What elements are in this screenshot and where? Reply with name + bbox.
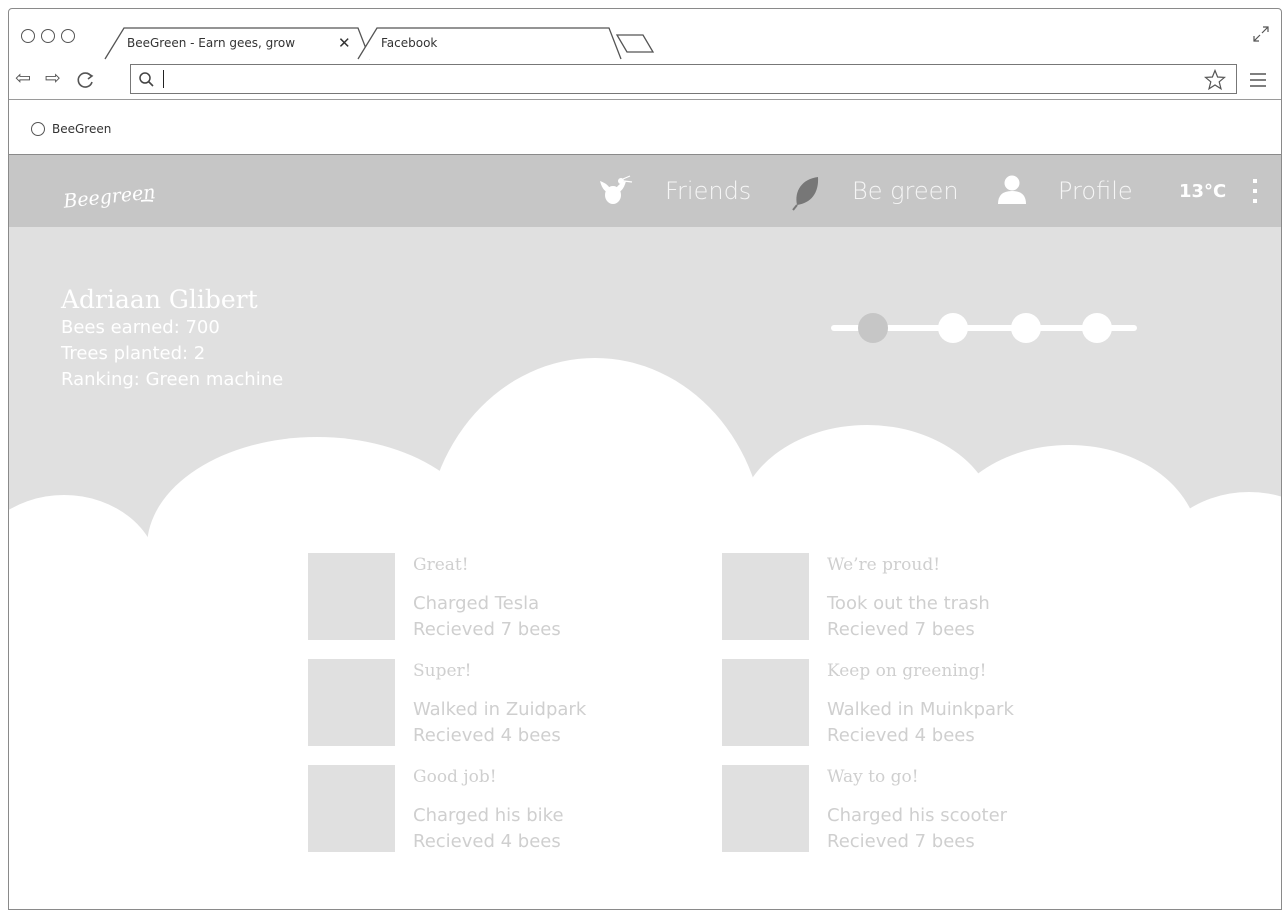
person-icon[interactable]	[995, 175, 1029, 205]
activity-reward: Recieved 7 bees	[827, 619, 975, 640]
app-navbar: Beegreen Friends Be green Profile 13°C	[9, 155, 1281, 227]
bookmark-label: BeeGreen	[52, 122, 112, 136]
activity-card[interactable]: Way to go! Charged his scooter Recieved …	[722, 765, 1142, 855]
tab-bar: BeeGreen - Earn gees, grow ✕ Facebook	[9, 9, 1281, 61]
activity-title: Keep on greening!	[827, 661, 987, 681]
activity-card[interactable]: We’re proud! Took out the trash Recieved…	[722, 553, 1142, 643]
activity-reward: Recieved 4 bees	[413, 725, 561, 746]
temperature-readout: 13°C	[1179, 181, 1227, 202]
activity-reward: Recieved 7 bees	[827, 831, 975, 852]
activity-thumbnail	[308, 553, 395, 640]
activity-reward: Recieved 4 bees	[413, 831, 561, 852]
new-tab-button[interactable]	[617, 35, 653, 52]
activity-action: Charged his bike	[413, 805, 564, 826]
activity-card[interactable]: Good job! Charged his bike Recieved 4 be…	[308, 765, 728, 855]
menu-icon[interactable]	[1249, 72, 1267, 88]
step-dot[interactable]	[938, 313, 968, 343]
bookmarks-bar: BeeGreen	[9, 100, 1281, 156]
activity-thumbnail	[722, 765, 809, 852]
more-options-icon[interactable]	[1253, 179, 1257, 203]
page-content: Beegreen Friends Be green Profile 13°C A…	[9, 155, 1281, 909]
activity-reward: Recieved 4 bees	[827, 725, 975, 746]
activity-title: Way to go!	[827, 767, 919, 787]
user-summary: Adriaan Glibert Bees earned: 700 Trees p…	[61, 285, 283, 393]
activity-thumbnail	[722, 553, 809, 640]
tab-label: Facebook	[381, 36, 438, 50]
activity-thumbnail	[722, 659, 809, 746]
activity-card[interactable]: Super! Walked in Zuidpark Recieved 4 bee…	[308, 659, 728, 749]
globe-icon	[31, 122, 45, 136]
bee-icon[interactable]	[597, 175, 633, 207]
address-bar-row: ⇦ ⇨	[9, 61, 1281, 100]
search-icon	[139, 72, 154, 87]
progress-stepper	[829, 305, 1139, 345]
step-dot[interactable]	[858, 313, 888, 343]
step-dot[interactable]	[1011, 313, 1041, 343]
svg-text:Beegreen: Beegreen	[61, 181, 156, 213]
ranking: Ranking: Green machine	[61, 369, 284, 390]
reload-icon[interactable]	[76, 70, 96, 90]
activity-title: Great!	[413, 555, 469, 575]
nav-profile[interactable]: Profile	[1058, 177, 1133, 205]
step-dot[interactable]	[1082, 313, 1112, 343]
forward-icon[interactable]: ⇨	[45, 68, 61, 88]
activity-action: Walked in Muinkpark	[827, 699, 1014, 720]
activity-card[interactable]: Keep on greening! Walked in Muinkpark Re…	[722, 659, 1142, 749]
activity-reward: Recieved 7 bees	[413, 619, 561, 640]
browser-window: BeeGreen - Earn gees, grow ✕ Facebook ⇦ …	[8, 8, 1282, 910]
text-cursor	[163, 70, 164, 88]
leaf-icon[interactable]	[791, 175, 821, 211]
activity-action: Charged his scooter	[827, 805, 1008, 826]
tab-label: BeeGreen - Earn gees, grow	[127, 36, 296, 50]
bees-earned: Bees earned: 700	[61, 317, 220, 338]
activity-title: Good job!	[413, 767, 497, 787]
bookmark-star-icon[interactable]	[1204, 69, 1226, 91]
activity-title: We’re proud!	[827, 555, 941, 575]
activity-title: Super!	[413, 661, 472, 681]
activity-thumbnail	[308, 659, 395, 746]
nav-friends[interactable]: Friends	[665, 177, 751, 205]
user-name: Adriaan Glibert	[61, 285, 258, 314]
tab-close-icon[interactable]: ✕	[338, 34, 351, 52]
activity-card[interactable]: Great! Charged Tesla Recieved 7 bees	[308, 553, 728, 643]
activity-thumbnail	[308, 765, 395, 852]
activity-action: Took out the trash	[827, 593, 990, 614]
fullscreen-icon[interactable]	[1252, 25, 1270, 43]
activity-action: Charged Tesla	[413, 593, 540, 614]
url-input[interactable]	[130, 64, 1237, 94]
back-icon[interactable]: ⇦	[15, 68, 31, 88]
trees-planted: Trees planted: 2	[61, 343, 206, 364]
nav-be-green[interactable]: Be green	[852, 177, 959, 205]
beegreen-logo[interactable]: Beegreen	[59, 173, 159, 217]
activity-action: Walked in Zuidpark	[413, 699, 587, 720]
